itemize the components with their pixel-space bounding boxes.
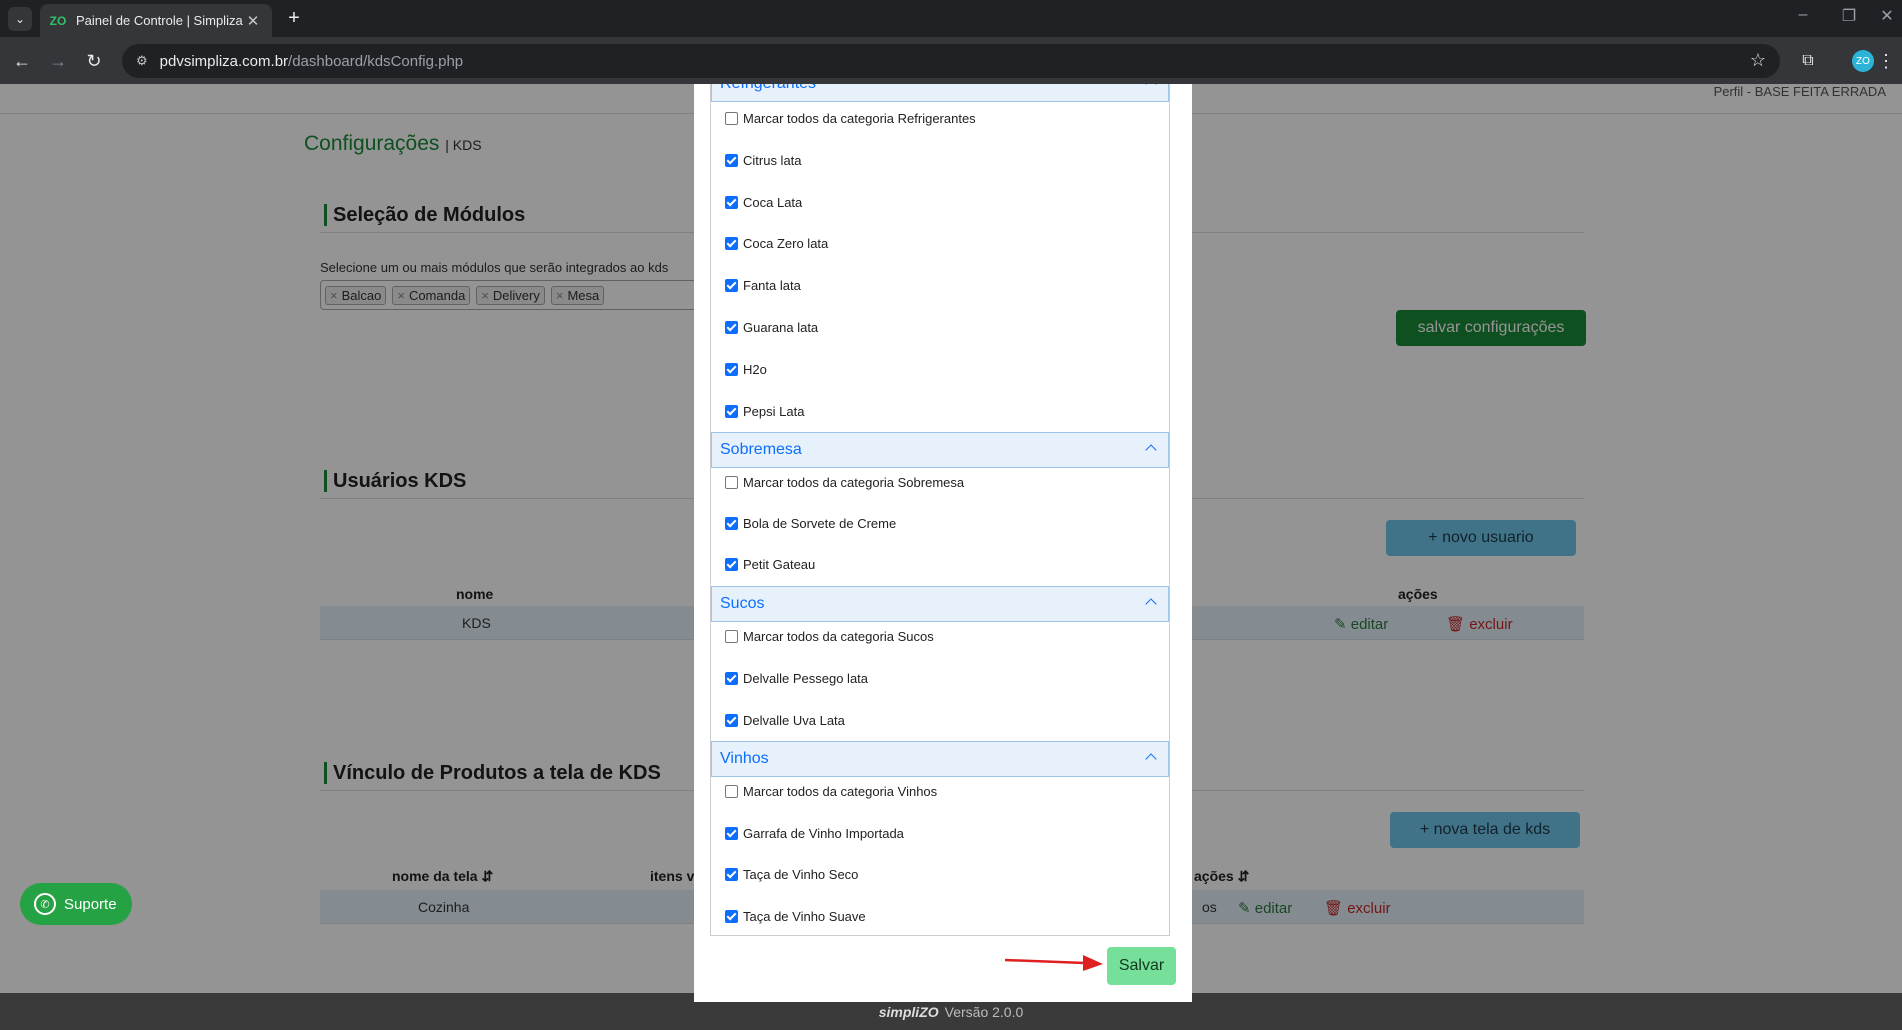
category-list[interactable]: Refrigerantes Marcar todos da categoria … — [710, 84, 1170, 936]
checkbox[interactable] — [725, 476, 738, 489]
tab-close-icon[interactable]: ✕ — [244, 12, 262, 30]
checkbox[interactable] — [725, 630, 738, 643]
version-text: Versão 2.0.0 — [944, 1003, 1024, 1020]
checkbox-checked[interactable] — [725, 363, 738, 376]
annotation-arrow-icon — [1004, 955, 1103, 971]
checkbox-checked[interactable] — [725, 405, 738, 418]
product-item[interactable]: Coca Zero lata — [725, 236, 828, 251]
product-item[interactable]: H2o — [725, 362, 767, 377]
select-all-checkbox[interactable]: Marcar todos da categoria Vinhos — [725, 784, 937, 799]
product-item[interactable]: Delvalle Uva Lata — [725, 713, 845, 728]
category-header-sucos[interactable]: Sucos — [711, 586, 1169, 622]
restore-icon[interactable]: ❐ — [1834, 6, 1864, 26]
profile-avatar[interactable]: ZO — [1852, 50, 1874, 72]
product-item[interactable]: Guarana lata — [725, 320, 818, 335]
browser-menu-icon[interactable]: ⋮ — [1874, 49, 1898, 73]
category-header-vinhos[interactable]: Vinhos — [711, 741, 1169, 777]
browser-tab[interactable]: ZO Painel de Controle | Simpliza ✕ — [40, 4, 272, 37]
checkbox[interactable] — [725, 112, 738, 125]
chevron-up-icon[interactable] — [1144, 750, 1158, 764]
product-item[interactable]: Coca Lata — [725, 195, 802, 210]
product-selection-modal: Refrigerantes Marcar todos da categoria … — [694, 84, 1192, 1002]
tab-search-icon[interactable]: ⌄ — [8, 7, 32, 31]
chevron-up-icon[interactable] — [1144, 84, 1158, 89]
chevron-up-icon[interactable] — [1144, 595, 1158, 609]
address-bar[interactable]: ⚙ pdvsimpliza.com.br/dashboard/kdsConfig… — [122, 44, 1780, 78]
extensions-icon[interactable]: ⧉ — [1796, 49, 1820, 73]
site-settings-icon[interactable]: ⚙ — [136, 53, 148, 69]
checkbox-checked[interactable] — [725, 196, 738, 209]
footer-logo: simpliZO — [878, 1003, 939, 1020]
close-window-icon[interactable]: ✕ — [1872, 6, 1902, 26]
product-item[interactable]: Taça de Vinho Seco — [725, 867, 858, 882]
chevron-up-icon[interactable] — [1144, 441, 1158, 455]
tab-title: Painel de Controle | Simpliza — [76, 13, 243, 28]
forward-icon[interactable]: → — [46, 49, 70, 73]
browser-toolbar: ← → ↻ ⚙ pdvsimpliza.com.br/dashboard/kds… — [0, 37, 1902, 84]
checkbox-checked[interactable] — [725, 558, 738, 571]
url-host: pdvsimpliza.com.br — [159, 52, 289, 70]
favicon-icon: ZO — [49, 13, 67, 28]
product-item[interactable]: Delvalle Pessego lata — [725, 671, 868, 686]
browser-tab-bar: ⌄ ZO Painel de Controle | Simpliza ✕ + –… — [0, 0, 1902, 37]
checkbox-checked[interactable] — [725, 672, 738, 685]
product-item[interactable]: Garrafa de Vinho Importada — [725, 826, 904, 841]
whatsapp-icon: ✆ — [34, 893, 56, 915]
select-all-checkbox[interactable]: Marcar todos da categoria Sobremesa — [725, 475, 964, 490]
save-button[interactable]: Salvar — [1107, 947, 1176, 985]
product-item[interactable]: Petit Gateau — [725, 557, 815, 572]
support-button[interactable]: ✆ Suporte — [20, 883, 132, 925]
checkbox-checked[interactable] — [725, 827, 738, 840]
product-item[interactable]: Citrus lata — [725, 153, 802, 168]
category-header-sobremesa[interactable]: Sobremesa — [711, 432, 1169, 468]
checkbox-checked[interactable] — [725, 517, 738, 530]
product-item[interactable]: Pepsi Lata — [725, 404, 804, 419]
category-header-refrigerantes[interactable]: Refrigerantes — [711, 84, 1169, 102]
checkbox-checked[interactable] — [725, 910, 738, 923]
checkbox-checked[interactable] — [725, 279, 738, 292]
reload-icon[interactable]: ↻ — [82, 49, 106, 73]
url-path: /dashboard/kdsConfig.php — [288, 52, 464, 70]
select-all-checkbox[interactable]: Marcar todos da categoria Sucos — [725, 629, 934, 644]
product-item[interactable]: Fanta lata — [725, 278, 801, 293]
new-tab-icon[interactable]: + — [282, 6, 306, 30]
checkbox-checked[interactable] — [725, 321, 738, 334]
product-item[interactable]: Taça de Vinho Suave — [725, 909, 866, 924]
checkbox-checked[interactable] — [725, 237, 738, 250]
checkbox-checked[interactable] — [725, 154, 738, 167]
minimize-icon[interactable]: – — [1788, 6, 1818, 24]
select-all-checkbox[interactable]: Marcar todos da categoria Refrigerantes — [725, 111, 976, 126]
checkbox-checked[interactable] — [725, 714, 738, 727]
product-item[interactable]: Bola de Sorvete de Creme — [725, 516, 896, 531]
checkbox[interactable] — [725, 785, 738, 798]
back-icon[interactable]: ← — [10, 49, 34, 73]
checkbox-checked[interactable] — [725, 868, 738, 881]
bookmark-star-icon[interactable]: ☆ — [1750, 50, 1766, 71]
